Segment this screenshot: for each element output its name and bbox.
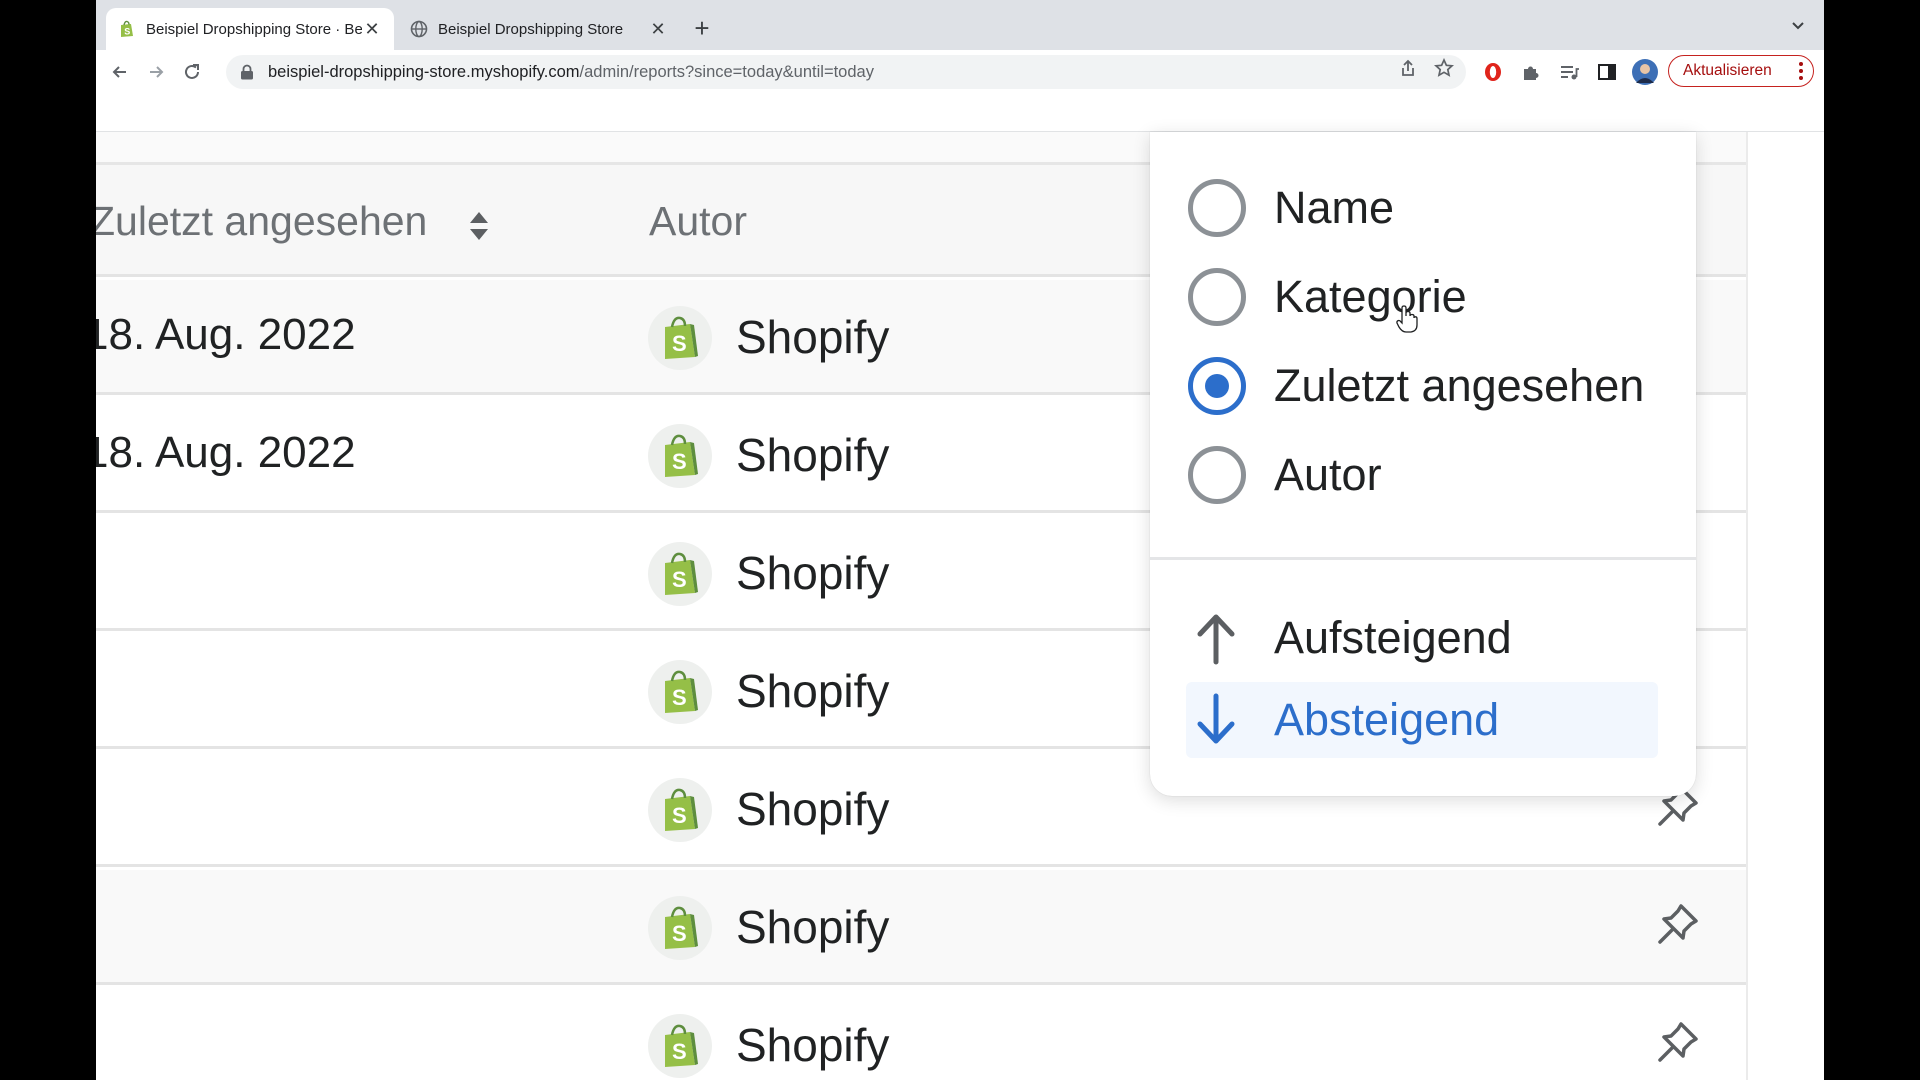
author-name: Shopify <box>736 901 890 953</box>
arrow-up-icon <box>1197 614 1235 665</box>
author-avatar: S <box>648 424 712 488</box>
radio-button[interactable] <box>1188 446 1246 504</box>
sort-option-author[interactable]: Autor <box>1188 443 1382 507</box>
author-name: Shopify <box>736 1019 890 1071</box>
more-vertical-icon[interactable] <box>1799 62 1803 80</box>
shopify-bag-icon: S <box>665 788 698 831</box>
tab-title: Beispiel Dropshipping Store <box>438 20 624 38</box>
arrow-down-icon <box>1197 693 1235 744</box>
lock-icon <box>241 64 253 80</box>
shopify-bag-icon: S <box>665 434 698 477</box>
tab-reports[interactable]: S Beispiel Dropshipping Store · Berichte… <box>106 8 394 50</box>
new-tab-button[interactable]: + <box>686 12 718 44</box>
tab-bar: S Beispiel Dropshipping Store · Berichte… <box>96 0 1824 50</box>
radio-button-checked[interactable] <box>1188 357 1246 415</box>
radio-button[interactable] <box>1188 179 1246 237</box>
sort-option-label: Zuletzt angesehen <box>1274 360 1645 411</box>
sort-direction-label: Aufsteigend <box>1274 612 1512 663</box>
arrow-left-icon <box>112 66 126 78</box>
reload-icon <box>185 64 199 79</box>
author-name: Shopify <box>736 429 890 481</box>
svg-text:S: S <box>672 803 687 828</box>
table-row[interactable]: S Shopify <box>96 988 1746 1080</box>
opera-extension-icon[interactable] <box>1482 61 1504 83</box>
column-header-author[interactable]: Autor <box>649 198 747 245</box>
shopify-bag-icon: S <box>665 552 698 595</box>
author-name: Shopify <box>736 311 890 363</box>
browser-window: S Beispiel Dropshipping Store · Berichte… <box>96 0 1824 1080</box>
last-viewed-date: 18. Aug. 2022 <box>96 428 356 477</box>
url-path: /admin/reports?since=today&until=today <box>579 62 874 81</box>
address-bar[interactable]: beispiel-dropshipping-store.myshopify.co… <box>226 55 1466 89</box>
svg-text:S: S <box>672 921 687 946</box>
column-header-last-viewed[interactable]: Zuletzt angesehen <box>96 198 427 245</box>
tab-store[interactable]: Beispiel Dropshipping Store ✕ <box>398 8 680 50</box>
profile-avatar-icon[interactable] <box>1632 59 1658 85</box>
pin-icon[interactable] <box>1654 900 1702 948</box>
share-icon[interactable] <box>1398 58 1418 78</box>
side-panel-icon[interactable] <box>1596 61 1618 83</box>
tab-close-icon[interactable]: ✕ <box>648 19 668 40</box>
globe-icon <box>410 20 428 38</box>
sort-option-category[interactable]: Kategorie <box>1188 265 1467 329</box>
author-avatar: S <box>648 1014 712 1078</box>
shopify-bag-icon: S <box>665 670 698 713</box>
sort-popover: Name Kategorie Zuletzt angesehen Autor A… <box>1150 132 1696 796</box>
extensions-puzzle-icon[interactable] <box>1520 61 1542 83</box>
sort-option-name[interactable]: Name <box>1188 176 1394 240</box>
svg-text:S: S <box>672 1039 687 1064</box>
reports-page: Zuletzt angesehen Autor 18. Aug. 2022 S … <box>96 132 1824 1080</box>
sort-ascending-button[interactable]: Aufsteigend <box>1186 600 1658 676</box>
author-avatar: S <box>648 542 712 606</box>
svg-text:S: S <box>672 567 687 592</box>
sort-option-label: Kategorie <box>1274 271 1467 322</box>
bookmark-star-icon[interactable] <box>1434 58 1454 78</box>
browser-toolbar: beispiel-dropshipping-store.myshopify.co… <box>96 50 1824 94</box>
back-button[interactable] <box>106 58 134 86</box>
svg-text:S: S <box>672 449 687 474</box>
sort-descending-button[interactable]: Absteigend <box>1186 682 1658 758</box>
last-viewed-date: 18. Aug. 2022 <box>96 310 356 359</box>
shopify-bag-icon: S <box>665 316 698 359</box>
hand-cursor-icon <box>1396 305 1418 333</box>
svg-text:S: S <box>124 27 130 37</box>
sort-option-last-viewed[interactable]: Zuletzt angesehen <box>1188 354 1644 418</box>
author-avatar: S <box>648 306 712 370</box>
arrow-right-icon <box>150 66 164 78</box>
forward-button[interactable] <box>142 58 170 86</box>
chevron-down-icon[interactable] <box>1788 16 1808 36</box>
update-label: Aktualisieren <box>1683 62 1772 79</box>
tab-title: Beispiel Dropshipping Store · Berichte <box>146 20 362 38</box>
svg-text:S: S <box>672 685 687 710</box>
table-row[interactable]: S Shopify <box>96 870 1746 985</box>
shopify-bag-icon: S <box>665 1024 698 1067</box>
popover-divider <box>1150 557 1696 560</box>
update-button[interactable]: Aktualisieren <box>1668 55 1814 87</box>
url-host: beispiel-dropshipping-store.myshopify.co… <box>268 62 580 81</box>
svg-text:S: S <box>672 331 687 356</box>
author-name: Shopify <box>736 665 890 717</box>
sort-direction-label: Absteigend <box>1274 694 1500 745</box>
sort-caret-icon[interactable] <box>468 209 490 243</box>
shopify-bag-icon: S <box>665 906 698 949</box>
author-name: Shopify <box>736 783 890 835</box>
author-avatar: S <box>648 660 712 724</box>
radio-button[interactable] <box>1188 268 1246 326</box>
reload-button[interactable] <box>178 58 206 86</box>
media-queue-icon[interactable] <box>1558 61 1580 83</box>
author-avatar: S <box>648 896 712 960</box>
shopify-favicon-icon: S <box>121 20 133 37</box>
sort-option-label: Name <box>1274 182 1395 233</box>
author-avatar: S <box>648 778 712 842</box>
sort-option-label: Autor <box>1274 449 1382 500</box>
pin-icon[interactable] <box>1654 1018 1702 1066</box>
tab-close-icon[interactable]: ✕ <box>362 19 382 40</box>
author-name: Shopify <box>736 547 890 599</box>
